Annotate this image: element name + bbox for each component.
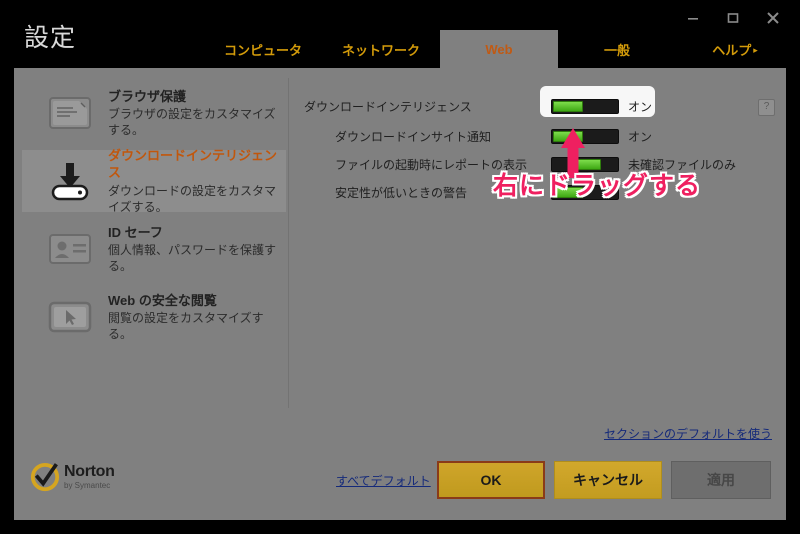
tab-label: 一般 xyxy=(603,42,630,58)
minimize-icon xyxy=(688,18,698,20)
norton-name: Norton xyxy=(64,463,115,480)
toggle-download-insight-notification[interactable] xyxy=(551,128,619,144)
tab-computer[interactable]: コンピュータ xyxy=(204,30,322,68)
maximize-button[interactable] xyxy=(720,6,746,30)
settings-window: 設定 コンピュータ ネットワーク Web 一般 ヘルプ ▸ ブラウザ保護 ブラウ… xyxy=(0,0,800,534)
norton-checkmark-icon xyxy=(30,462,60,492)
tab-label: ヘルプ xyxy=(712,42,752,58)
section-default-link[interactable]: セクションのデフォルトを使う xyxy=(604,425,772,442)
setting-label: ファイルの起動時にレポートの表示 xyxy=(335,157,528,172)
sidebar-item-text: Web の安全な閲覧 閲覧の設定をカスタマイズする。 xyxy=(108,292,286,343)
norton-logo: Norton by Symantec xyxy=(30,462,115,492)
sidebar-item-browser-protection[interactable]: ブラウザ保護 ブラウザの設定をカスタマイズする。 xyxy=(22,82,286,144)
chevron-right-icon: ▸ xyxy=(753,44,758,55)
tab-network[interactable]: ネットワーク xyxy=(322,30,440,68)
tab-bar: コンピュータ ネットワーク Web 一般 ヘルプ ▸ xyxy=(0,30,800,68)
setting-row-low-stability-warning: 安定性が低いときの警告 xyxy=(288,180,786,204)
toggle-knob xyxy=(553,186,583,198)
toggle-value: オン xyxy=(628,129,653,144)
sidebar-item-desc: 閲覧の設定をカスタマイズする。 xyxy=(108,311,264,342)
setting-row-download-intelligence: ダウンロードインテリジェンス オン ? xyxy=(288,94,786,118)
tab-general[interactable]: 一般 xyxy=(558,30,676,68)
sidebar-item-text: ダウンロードインテリジェンス ダウンロードの設定をカスタマイズする。 xyxy=(108,147,286,215)
settings-panel: ブラウザ保護 ブラウザの設定をカスタマイズする。 ダウンロードインテリジェンス … xyxy=(14,68,786,520)
footer: Norton by Symantec すべてデフォルト OK キャンセル 適用 xyxy=(14,450,786,520)
sidebar-item-desc: ブラウザの設定をカスタマイズする。 xyxy=(108,107,276,138)
sidebar-item-title: ブラウザ保護 xyxy=(108,88,187,104)
sidebar-item-desc: 個人情報、パスワードを保護する。 xyxy=(108,243,277,274)
minimize-button[interactable] xyxy=(680,6,706,30)
norton-subtitle: by Symantec xyxy=(64,481,111,490)
setting-label: ダウンロードインサイト通知 xyxy=(335,129,492,144)
maximize-icon xyxy=(727,13,739,23)
sidebar-item-title: ID セーフ xyxy=(108,224,163,240)
toggle-knob xyxy=(553,100,583,112)
sidebar-item-text: ID セーフ 個人情報、パスワードを保護する。 xyxy=(108,224,286,275)
toggle-value: 未確認ファイルのみ xyxy=(628,157,737,172)
toggle-value: オン xyxy=(628,99,653,114)
cursor-window-icon xyxy=(44,294,96,340)
close-button[interactable] xyxy=(760,6,786,30)
toggle-download-intelligence[interactable] xyxy=(551,98,619,114)
sidebar-item-safe-web[interactable]: Web の安全な閲覧 閲覧の設定をカスタマイズする。 xyxy=(22,286,286,348)
ok-button[interactable]: OK xyxy=(437,461,545,499)
sidebar-item-title: ダウンロードインテリジェンス xyxy=(108,147,278,181)
toggle-low-stability-warning[interactable] xyxy=(551,184,619,200)
sidebar-item-desc: ダウンロードの設定をカスタマイズする。 xyxy=(108,183,277,215)
id-card-icon xyxy=(44,226,96,272)
sidebar-item-title: Web の安全な閲覧 xyxy=(108,292,217,308)
setting-label: 安定性が低いときの警告 xyxy=(335,185,468,200)
sidebar-item-id-safe[interactable]: ID セーフ 個人情報、パスワードを保護する。 xyxy=(22,218,286,280)
setting-row-report-on-file-launch: ファイルの起動時にレポートの表示 未確認ファイルのみ xyxy=(288,152,786,176)
toggle-knob xyxy=(571,158,601,170)
tab-help[interactable]: ヘルプ ▸ xyxy=(676,30,794,68)
toggle-report-on-file-launch[interactable] xyxy=(551,156,619,172)
cancel-button[interactable]: キャンセル xyxy=(554,461,662,499)
toggle-knob xyxy=(553,130,583,142)
norton-wordmark: Norton by Symantec xyxy=(64,464,115,490)
setting-label: ダウンロードインテリジェンス xyxy=(304,99,472,114)
sidebar-item-text: ブラウザ保護 ブラウザの設定をカスタマイズする。 xyxy=(108,88,286,139)
tab-label: Web xyxy=(485,41,513,57)
setting-row-download-insight-notification: ダウンロードインサイト通知 オン xyxy=(288,124,786,148)
window-controls xyxy=(680,6,786,30)
all-default-link[interactable]: すべてデフォルト xyxy=(336,472,431,489)
tab-label: ネットワーク xyxy=(341,42,420,58)
tab-label: コンピュータ xyxy=(223,42,302,58)
help-icon[interactable]: ? xyxy=(758,99,775,116)
download-icon xyxy=(44,158,96,204)
sidebar-item-download-intelligence[interactable]: ダウンロードインテリジェンス ダウンロードの設定をカスタマイズする。 xyxy=(22,147,286,215)
browser-window-icon xyxy=(44,90,96,136)
close-icon xyxy=(767,12,779,24)
tab-web[interactable]: Web xyxy=(440,30,558,68)
apply-button: 適用 xyxy=(671,461,771,499)
